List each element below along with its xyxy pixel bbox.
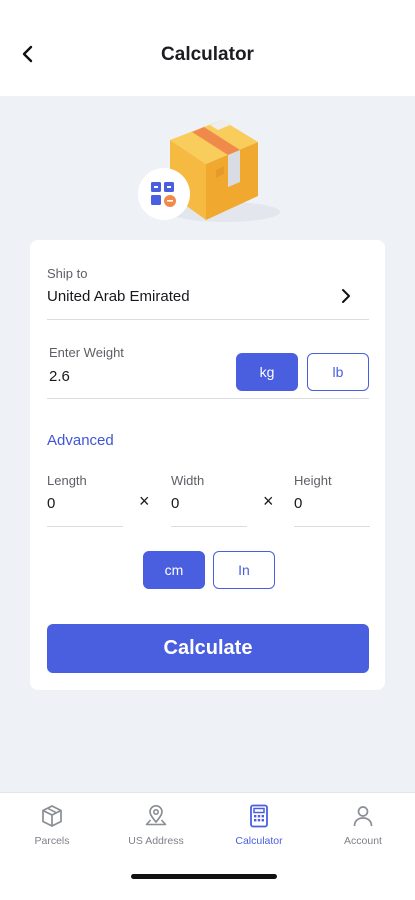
- height-input[interactable]: 0: [294, 495, 302, 512]
- tab-calculator[interactable]: Calculator: [214, 803, 304, 853]
- calculator-icon: [250, 804, 268, 828]
- bottom-tab-bar: Parcels US Address Calculator Account: [0, 792, 415, 900]
- page-title: Calculator: [161, 44, 254, 65]
- parcel-box-icon: [42, 805, 62, 827]
- times-symbol: ×: [139, 491, 150, 511]
- length-underline: [47, 526, 123, 527]
- width-input[interactable]: 0: [171, 495, 179, 512]
- tab-label: Calculator: [235, 835, 283, 847]
- ship-to-label: Ship to: [47, 266, 88, 281]
- chevron-right-icon[interactable]: [338, 288, 354, 304]
- tab-account[interactable]: Account: [318, 803, 408, 853]
- in-unit-button[interactable]: In: [213, 551, 275, 589]
- length-label: Length: [47, 473, 87, 488]
- width-label: Width: [171, 473, 205, 488]
- kg-unit-button[interactable]: kg: [236, 353, 298, 391]
- cm-unit-button[interactable]: cm: [143, 551, 205, 589]
- tab-label: US Address: [128, 835, 184, 847]
- calculator-form-card: Ship to United Arab Emirated Enter Weigh…: [30, 240, 385, 690]
- user-icon: [353, 806, 373, 827]
- advanced-toggle[interactable]: Advanced: [47, 432, 114, 449]
- lb-unit-button[interactable]: lb: [307, 353, 369, 391]
- tab-label: Account: [344, 835, 382, 847]
- location-pin-icon: [145, 804, 167, 826]
- weight-input[interactable]: 2.6: [49, 368, 70, 385]
- width-underline: [171, 526, 247, 527]
- package-calculator-illustration: [130, 112, 290, 232]
- height-underline: [294, 526, 370, 527]
- tab-label: Parcels: [34, 835, 70, 847]
- app-header: Calculator: [0, 0, 415, 96]
- tab-parcels[interactable]: Parcels: [7, 803, 97, 853]
- length-input[interactable]: 0: [47, 495, 55, 512]
- times-symbol: ×: [263, 491, 274, 511]
- weight-label: Enter Weight: [49, 345, 124, 360]
- height-label: Height: [294, 473, 332, 488]
- weight-divider: [47, 398, 369, 399]
- ship-to-value[interactable]: United Arab Emirated: [47, 288, 190, 305]
- calculate-button[interactable]: Calculate: [47, 624, 369, 673]
- ship-to-divider: [47, 319, 369, 320]
- tab-us-address[interactable]: US Address: [111, 803, 201, 853]
- home-indicator: [131, 874, 277, 879]
